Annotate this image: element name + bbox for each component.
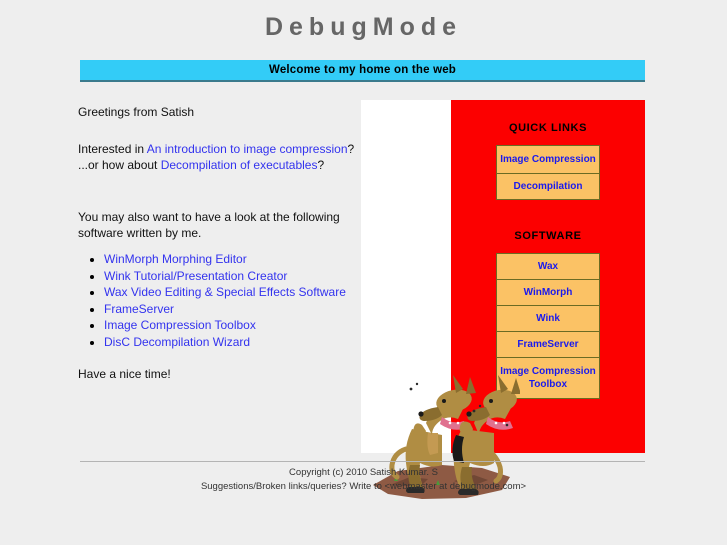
- text-column: Greetings from Satish Interested in An i…: [78, 95, 368, 382]
- welcome-banner: Welcome to my home on the web: [80, 60, 645, 82]
- list-item: WinMorph Morphing Editor: [104, 251, 368, 268]
- welcome-banner-text: Welcome to my home on the web: [80, 60, 645, 82]
- software-button-frameserver[interactable]: FrameServer: [497, 332, 599, 358]
- illustration-white-panel: [361, 100, 451, 453]
- sidebar-panel: QUICK LINKS Image Compression Decompilat…: [451, 100, 645, 453]
- copyright-text: Copyright (c) 2010 Satish Kumar. S: [289, 467, 438, 478]
- software-button-image-compression-toolbox[interactable]: Image Compression Toolbox: [497, 358, 599, 398]
- software-button-wink[interactable]: Wink: [497, 306, 599, 332]
- software-link-wax[interactable]: Wax Video Editing & Special Effects Soft…: [104, 285, 346, 299]
- quick-links-button-group: Image Compression Decompilation: [496, 145, 600, 200]
- software-intro-line-1: You may also want to have a look at the …: [78, 210, 340, 224]
- greeting-text: Greetings from Satish: [78, 105, 195, 119]
- list-item: FrameServer: [104, 301, 368, 318]
- software-heading: SOFTWARE: [514, 230, 582, 242]
- software-link-disc[interactable]: DisC Decompilation Wizard: [104, 335, 250, 349]
- closing-text: Have a nice time!: [78, 367, 171, 381]
- software-intro-line-2: software written by me.: [78, 226, 202, 240]
- footer-divider: [80, 461, 645, 462]
- link-image-compression-intro[interactable]: An introduction to image compression: [147, 142, 348, 156]
- quick-links-heading: QUICK LINKS: [508, 122, 588, 134]
- main-content: Greetings from Satish Interested in An i…: [0, 95, 727, 499]
- interest-paragraph: Interested in An introduction to image c…: [78, 120, 368, 157]
- quick-link-decompilation[interactable]: Decompilation: [497, 174, 599, 199]
- software-link-frameserver[interactable]: FrameServer: [104, 302, 174, 316]
- list-item: Wink Tutorial/Presentation Creator: [104, 268, 368, 285]
- link-decompilation-intro[interactable]: Decompilation of executables: [161, 158, 318, 172]
- interest-prefix: Interested in: [78, 142, 147, 156]
- interest-suffix: ?: [347, 142, 355, 156]
- software-link-image-compression-toolbox[interactable]: Image Compression Toolbox: [104, 318, 256, 332]
- alt-suffix: ?: [317, 158, 325, 172]
- alt-prefix: ...or how about: [78, 158, 161, 172]
- footer: Copyright (c) 2010 Satish Kumar. S Sugge…: [0, 466, 727, 494]
- software-link-wink[interactable]: Wink Tutorial/Presentation Creator: [104, 269, 287, 283]
- software-link-winmorph[interactable]: WinMorph Morphing Editor: [104, 252, 247, 266]
- software-button-group: Wax WinMorph Wink FrameServer Image Comp…: [496, 253, 600, 399]
- page-title: DebugMode: [264, 13, 463, 41]
- software-link-list: WinMorph Morphing Editor Wink Tutorial/P…: [78, 251, 368, 350]
- alt-paragraph: ...or how about Decompilation of executa…: [78, 157, 368, 173]
- list-item: DisC Decompilation Wizard: [104, 334, 368, 351]
- contact-text: Suggestions/Broken links/queries? Write …: [200, 481, 527, 492]
- quick-link-image-compression[interactable]: Image Compression: [497, 146, 599, 174]
- list-item: Wax Video Editing & Special Effects Soft…: [104, 284, 368, 301]
- software-button-wax[interactable]: Wax: [497, 254, 599, 280]
- software-button-winmorph[interactable]: WinMorph: [497, 280, 599, 306]
- list-item: Image Compression Toolbox: [104, 317, 368, 334]
